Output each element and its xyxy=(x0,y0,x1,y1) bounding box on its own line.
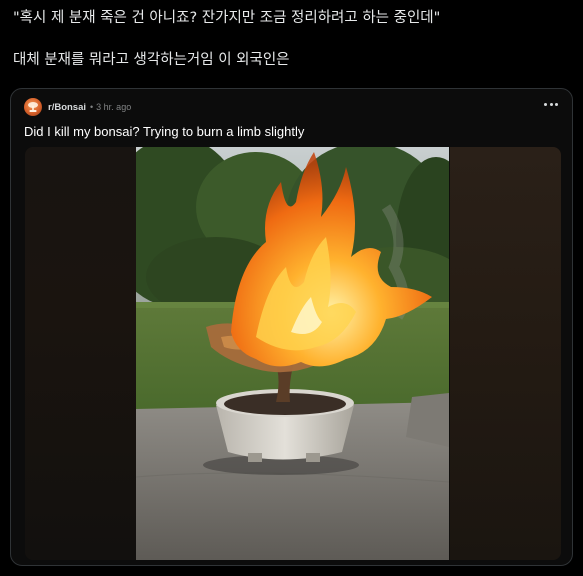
post-header: r/Bonsai • 3 hr. ago xyxy=(24,98,131,116)
subreddit-link[interactable]: r/Bonsai xyxy=(48,102,86,113)
tweet-text: "혹시 제 분재 죽은 건 아니죠? 잔가지만 조금 정리하려고 하는 중인데"… xyxy=(13,8,573,71)
subreddit-avatar[interactable] xyxy=(24,98,42,116)
embedded-reddit-post[interactable]: r/Bonsai • 3 hr. ago Did I kill my bonsa… xyxy=(10,88,573,566)
tweet-line-2: 대체 분재를 뭐라고 생각하는거임 이 외국인은 xyxy=(13,52,290,69)
post-media[interactable] xyxy=(25,147,561,560)
media-blur-right xyxy=(450,147,561,560)
more-options-icon[interactable] xyxy=(544,99,558,109)
media-blur-left xyxy=(25,147,136,560)
post-title[interactable]: Did I kill my bonsai? Trying to burn a l… xyxy=(24,124,304,139)
bonsai-fire-photo xyxy=(136,147,449,560)
tweet-line-1: "혹시 제 분재 죽은 건 아니죠? 잔가지만 조금 정리하려고 하는 중인데" xyxy=(13,10,441,26)
meta-separator: • xyxy=(90,102,94,112)
bonsai-icon xyxy=(28,102,38,112)
post-age: 3 hr. ago xyxy=(96,102,132,112)
